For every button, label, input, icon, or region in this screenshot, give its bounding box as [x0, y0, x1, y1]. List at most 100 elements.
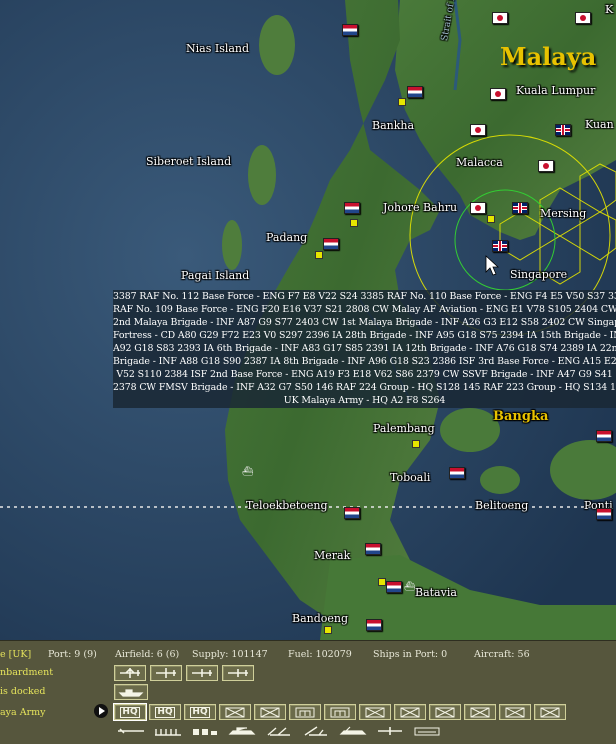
air-group-buttons	[114, 665, 254, 681]
aircraft-stat: Aircraft: 56	[474, 649, 530, 660]
place-belitoeng: Belitoeng	[475, 499, 529, 512]
fighter-icon	[228, 669, 248, 677]
place-kuala-lumpur: Kuala Lumpur	[516, 84, 596, 97]
japan-flag-icon[interactable]	[470, 202, 486, 214]
tooltip-line: Brigade - INF A88 G18 S90 2387 IA 8th Br…	[113, 356, 616, 367]
artillery-icon	[262, 725, 296, 737]
uk-flag-icon[interactable]	[512, 202, 528, 214]
dutch-flag-icon[interactable]	[596, 430, 612, 442]
airbase-icon[interactable]	[398, 98, 406, 106]
dutch-flag-icon[interactable]	[344, 507, 360, 519]
dutch-flag-icon[interactable]	[407, 86, 423, 98]
dutch-flag-icon[interactable]	[344, 202, 360, 214]
place-corner-k: K	[605, 3, 614, 16]
dutch-flag-icon[interactable]	[323, 238, 339, 250]
uk-flag-icon[interactable]	[555, 124, 571, 136]
tooltip-line: 3387 RAF No. 112 Base Force - ENG F7 E8 …	[113, 291, 616, 302]
aa-gun-icon	[299, 725, 333, 737]
port-stat: Port: 9 (9)	[48, 649, 97, 660]
expand-toggle-button[interactable]	[94, 704, 108, 718]
airbase-icon[interactable]	[324, 626, 332, 634]
unit-button-hq[interactable]: HQ	[113, 703, 147, 721]
ship-icon[interactable]: ⛴	[242, 467, 253, 477]
land-unit-buttons: HQ HQ HQ	[113, 703, 566, 721]
airfield-stat: Airfield: 6 (6)	[115, 649, 180, 660]
infantry-icon	[505, 707, 525, 717]
dutch-flag-icon[interactable]	[366, 619, 382, 631]
unit-button-hq[interactable]: HQ	[149, 704, 181, 720]
unit-button-infantry[interactable]	[429, 704, 461, 720]
supply-stat: Supply: 101147	[192, 649, 268, 660]
unit-button-infantry[interactable]	[534, 704, 566, 720]
infantry-icon	[435, 707, 455, 717]
unit-button-hq[interactable]: HQ	[184, 704, 216, 720]
tank-icon	[225, 725, 259, 737]
place-kuantan: Kuan	[585, 118, 614, 131]
place-palembang: Palembang	[373, 422, 435, 435]
place-nias-island: Nias Island	[186, 42, 250, 55]
infantry-squad-icon	[151, 725, 185, 737]
place-batavia: Batavia	[415, 586, 457, 599]
tooltip-line: A92 G18 S83 2393 IA 6th Brigade - INF A8…	[113, 343, 616, 354]
mission-label[interactable]: nbardment	[0, 667, 53, 678]
unit-button-infantry[interactable]	[254, 704, 286, 720]
docked-ship-buttons	[114, 684, 148, 700]
place-padang: Padang	[266, 231, 308, 244]
aircraft-icon	[373, 725, 407, 737]
base-owner-label[interactable]: e [UK]	[0, 649, 31, 660]
coastal-gun-icon	[336, 725, 370, 737]
fuel-stat: Fuel: 102079	[288, 649, 352, 660]
unit-button-infantry[interactable]	[499, 704, 531, 720]
dutch-flag-icon[interactable]	[386, 581, 402, 593]
airbase-icon[interactable]	[378, 578, 386, 586]
airbase-icon[interactable]	[412, 440, 420, 448]
base-info-panel: e [UK] nbardment is docked aya Army Port…	[0, 640, 616, 744]
engineer-squad-icon	[188, 725, 222, 737]
uk-flag-icon[interactable]	[492, 240, 508, 252]
place-malacca: Malacca	[456, 156, 503, 169]
region-label-bangka: Bangka	[493, 409, 549, 424]
map-view[interactable]: Nias Island Siberoet Island Pagai Island…	[0, 0, 616, 640]
japan-flag-icon[interactable]	[470, 124, 486, 136]
unit-button-infantry[interactable]	[219, 704, 251, 720]
airbase-icon[interactable]	[487, 215, 495, 223]
tooltip-line: Fortress - CD A80 G29 F72 E23 V0 S297 23…	[113, 330, 616, 341]
tooltip-line: 2378 CW FMSV Brigade - INF A32 G7 S50 14…	[113, 382, 616, 393]
unit-button-infantry[interactable]	[359, 704, 391, 720]
dutch-flag-icon[interactable]	[596, 508, 612, 520]
dutch-flag-icon[interactable]	[365, 543, 381, 555]
tooltip-line: RAF No. 109 Base Force - ENG F20 E16 V37…	[113, 304, 616, 315]
infantry-icon	[365, 707, 385, 717]
dutch-flag-icon[interactable]	[449, 467, 465, 479]
hq-label[interactable]: aya Army	[0, 707, 46, 718]
dutch-flag-icon[interactable]	[342, 24, 358, 36]
hq-unit-label: HQ	[120, 706, 140, 718]
infantry-icon	[260, 707, 280, 717]
air-group-button[interactable]	[150, 665, 182, 681]
unit-button-engineer[interactable]	[324, 704, 356, 720]
japan-flag-icon[interactable]	[492, 12, 508, 24]
tooltip-line: V52 S110 2384 ISF 2nd Base Force - ENG A…	[116, 369, 613, 380]
air-group-button[interactable]	[114, 665, 146, 681]
ship-button[interactable]	[114, 684, 148, 700]
japan-flag-icon[interactable]	[490, 88, 506, 100]
japan-flag-icon[interactable]	[538, 160, 554, 172]
airbase-icon[interactable]	[350, 219, 358, 227]
bomber-icon	[156, 668, 176, 678]
engineer-icon	[330, 707, 350, 717]
place-mersing: Mersing	[540, 207, 587, 220]
japan-flag-icon[interactable]	[575, 12, 591, 24]
fighter-icon	[192, 669, 212, 677]
docked-status-label[interactable]: is docked	[0, 686, 46, 697]
air-group-button[interactable]	[222, 665, 254, 681]
unit-button-infantry[interactable]	[464, 704, 496, 720]
place-siberoet-island: Siberoet Island	[146, 155, 232, 168]
airbase-icon[interactable]	[315, 251, 323, 259]
air-group-button[interactable]	[186, 665, 218, 681]
hq-unit-label: HQ	[155, 706, 175, 718]
unit-button-engineer[interactable]	[289, 704, 321, 720]
ship-icon[interactable]: ⛴	[404, 582, 415, 592]
unit-button-infantry[interactable]	[394, 704, 426, 720]
tooltip-line: 2nd Malaya Brigade - INF A87 G9 S77 2403…	[113, 317, 616, 328]
infantry-icon	[470, 707, 490, 717]
